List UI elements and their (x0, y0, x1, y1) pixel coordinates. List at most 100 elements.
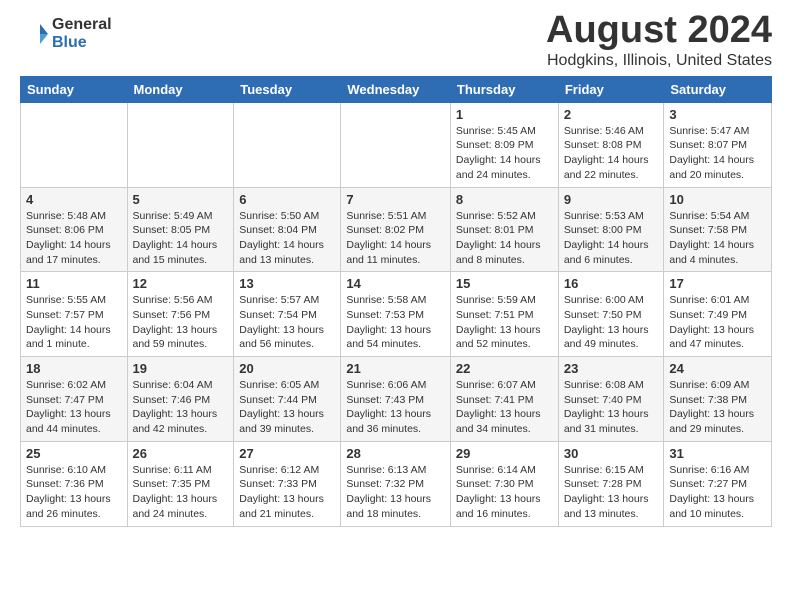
calendar-cell: 12 Sunrise: 5:56 AM Sunset: 7:56 PM Dayli… (127, 272, 234, 357)
day-number: 3 (669, 107, 766, 122)
header-wednesday: Wednesday (341, 76, 451, 102)
page-title: August 2024 (546, 10, 772, 52)
header-thursday: Thursday (450, 76, 558, 102)
calendar-week-row: 25 Sunrise: 6:10 AM Sunset: 7:36 PM Dayli… (21, 441, 772, 526)
title-area: August 2024 Hodgkins, Illinois, United S… (546, 10, 772, 70)
calendar-cell (341, 102, 451, 187)
day-number: 7 (346, 192, 445, 207)
logo-icon (20, 20, 48, 48)
day-number: 20 (239, 361, 335, 376)
day-number: 13 (239, 276, 335, 291)
day-info: Sunrise: 6:16 AM Sunset: 7:27 PM Dayligh… (669, 463, 766, 522)
day-number: 1 (456, 107, 553, 122)
header-tuesday: Tuesday (234, 76, 341, 102)
day-info: Sunrise: 5:47 AM Sunset: 8:07 PM Dayligh… (669, 124, 766, 183)
day-number: 16 (564, 276, 659, 291)
day-number: 29 (456, 446, 553, 461)
day-info: Sunrise: 5:59 AM Sunset: 7:51 PM Dayligh… (456, 293, 553, 352)
day-number: 2 (564, 107, 659, 122)
logo-general-text: General (52, 16, 112, 34)
calendar-cell: 13 Sunrise: 5:57 AM Sunset: 7:54 PM Dayli… (234, 272, 341, 357)
calendar-cell: 5 Sunrise: 5:49 AM Sunset: 8:05 PM Daylig… (127, 187, 234, 272)
calendar-cell: 2 Sunrise: 5:46 AM Sunset: 8:08 PM Daylig… (558, 102, 664, 187)
logo-blue-text: Blue (52, 34, 112, 52)
header-sunday: Sunday (21, 76, 128, 102)
calendar-cell (234, 102, 341, 187)
day-info: Sunrise: 5:55 AM Sunset: 7:57 PM Dayligh… (26, 293, 122, 352)
calendar-cell: 22 Sunrise: 6:07 AM Sunset: 7:41 PM Dayli… (450, 357, 558, 442)
day-number: 23 (564, 361, 659, 376)
day-info: Sunrise: 5:51 AM Sunset: 8:02 PM Dayligh… (346, 209, 445, 268)
calendar-cell: 9 Sunrise: 5:53 AM Sunset: 8:00 PM Daylig… (558, 187, 664, 272)
day-number: 10 (669, 192, 766, 207)
day-info: Sunrise: 6:14 AM Sunset: 7:30 PM Dayligh… (456, 463, 553, 522)
calendar-week-row: 4Sunrise: 5:48 AM Sunset: 8:06 PM Daylig… (21, 187, 772, 272)
day-number: 14 (346, 276, 445, 291)
day-number: 27 (239, 446, 335, 461)
day-number: 9 (564, 192, 659, 207)
day-number: 30 (564, 446, 659, 461)
header-friday: Friday (558, 76, 664, 102)
calendar-cell: 11Sunrise: 5:55 AM Sunset: 7:57 PM Dayli… (21, 272, 128, 357)
day-number: 21 (346, 361, 445, 376)
calendar-cell: 8Sunrise: 5:52 AM Sunset: 8:01 PM Daylig… (450, 187, 558, 272)
day-info: Sunrise: 6:10 AM Sunset: 7:36 PM Dayligh… (26, 463, 122, 522)
day-info: Sunrise: 6:09 AM Sunset: 7:38 PM Dayligh… (669, 378, 766, 437)
calendar-table: SundayMondayTuesdayWednesdayThursdayFrid… (20, 76, 772, 527)
day-info: Sunrise: 6:04 AM Sunset: 7:46 PM Dayligh… (133, 378, 229, 437)
calendar-cell (127, 102, 234, 187)
day-info: Sunrise: 6:00 AM Sunset: 7:50 PM Dayligh… (564, 293, 659, 352)
calendar-cell: 24 Sunrise: 6:09 AM Sunset: 7:38 PM Dayli… (664, 357, 772, 442)
day-number: 15 (456, 276, 553, 291)
header-monday: Monday (127, 76, 234, 102)
day-info: Sunrise: 5:53 AM Sunset: 8:00 PM Dayligh… (564, 209, 659, 268)
calendar-cell: 31Sunrise: 6:16 AM Sunset: 7:27 PM Dayli… (664, 441, 772, 526)
day-info: Sunrise: 6:11 AM Sunset: 7:35 PM Dayligh… (133, 463, 229, 522)
calendar-cell: 28 Sunrise: 6:13 AM Sunset: 7:32 PM Dayli… (341, 441, 451, 526)
calendar-cell: 14 Sunrise: 5:58 AM Sunset: 7:53 PM Dayli… (341, 272, 451, 357)
day-info: Sunrise: 6:06 AM Sunset: 7:43 PM Dayligh… (346, 378, 445, 437)
day-info: Sunrise: 5:46 AM Sunset: 8:08 PM Dayligh… (564, 124, 659, 183)
calendar-cell: 23Sunrise: 6:08 AM Sunset: 7:40 PM Dayli… (558, 357, 664, 442)
calendar-cell: 1 Sunrise: 5:45 AM Sunset: 8:09 PM Daylig… (450, 102, 558, 187)
day-number: 28 (346, 446, 445, 461)
calendar-cell: 10 Sunrise: 5:54 AM Sunset: 7:58 PM Dayli… (664, 187, 772, 272)
header: General Blue August 2024 Hodgkins, Illin… (20, 10, 772, 70)
day-number: 25 (26, 446, 122, 461)
calendar-cell: 27Sunrise: 6:12 AM Sunset: 7:33 PM Dayli… (234, 441, 341, 526)
day-number: 5 (133, 192, 229, 207)
day-info: Sunrise: 6:13 AM Sunset: 7:32 PM Dayligh… (346, 463, 445, 522)
day-info: Sunrise: 5:58 AM Sunset: 7:53 PM Dayligh… (346, 293, 445, 352)
day-info: Sunrise: 6:01 AM Sunset: 7:49 PM Dayligh… (669, 293, 766, 352)
day-number: 17 (669, 276, 766, 291)
header-saturday: Saturday (664, 76, 772, 102)
calendar-cell: 20 Sunrise: 6:05 AM Sunset: 7:44 PM Dayli… (234, 357, 341, 442)
day-info: Sunrise: 5:45 AM Sunset: 8:09 PM Dayligh… (456, 124, 553, 183)
calendar-cell (21, 102, 128, 187)
calendar-cell: 19Sunrise: 6:04 AM Sunset: 7:46 PM Dayli… (127, 357, 234, 442)
day-number: 18 (26, 361, 122, 376)
day-info: Sunrise: 5:49 AM Sunset: 8:05 PM Dayligh… (133, 209, 229, 268)
calendar-week-row: 1 Sunrise: 5:45 AM Sunset: 8:09 PM Daylig… (21, 102, 772, 187)
page-subtitle: Hodgkins, Illinois, United States (546, 52, 772, 70)
calendar-cell: 25 Sunrise: 6:10 AM Sunset: 7:36 PM Dayli… (21, 441, 128, 526)
calendar-cell: 21 Sunrise: 6:06 AM Sunset: 7:43 PM Dayli… (341, 357, 451, 442)
calendar-cell: 18Sunrise: 6:02 AM Sunset: 7:47 PM Dayli… (21, 357, 128, 442)
day-info: Sunrise: 5:52 AM Sunset: 8:01 PM Dayligh… (456, 209, 553, 268)
day-number: 12 (133, 276, 229, 291)
calendar-header-row: SundayMondayTuesdayWednesdayThursdayFrid… (21, 76, 772, 102)
day-number: 6 (239, 192, 335, 207)
day-info: Sunrise: 6:05 AM Sunset: 7:44 PM Dayligh… (239, 378, 335, 437)
day-info: Sunrise: 5:54 AM Sunset: 7:58 PM Dayligh… (669, 209, 766, 268)
day-info: Sunrise: 5:56 AM Sunset: 7:56 PM Dayligh… (133, 293, 229, 352)
day-info: Sunrise: 6:15 AM Sunset: 7:28 PM Dayligh… (564, 463, 659, 522)
logo: General Blue (20, 16, 112, 51)
calendar-cell: 4Sunrise: 5:48 AM Sunset: 8:06 PM Daylig… (21, 187, 128, 272)
calendar-cell: 29 Sunrise: 6:14 AM Sunset: 7:30 PM Dayli… (450, 441, 558, 526)
day-info: Sunrise: 5:57 AM Sunset: 7:54 PM Dayligh… (239, 293, 335, 352)
day-number: 24 (669, 361, 766, 376)
calendar-cell: 6Sunrise: 5:50 AM Sunset: 8:04 PM Daylig… (234, 187, 341, 272)
day-info: Sunrise: 6:07 AM Sunset: 7:41 PM Dayligh… (456, 378, 553, 437)
day-number: 26 (133, 446, 229, 461)
day-number: 22 (456, 361, 553, 376)
